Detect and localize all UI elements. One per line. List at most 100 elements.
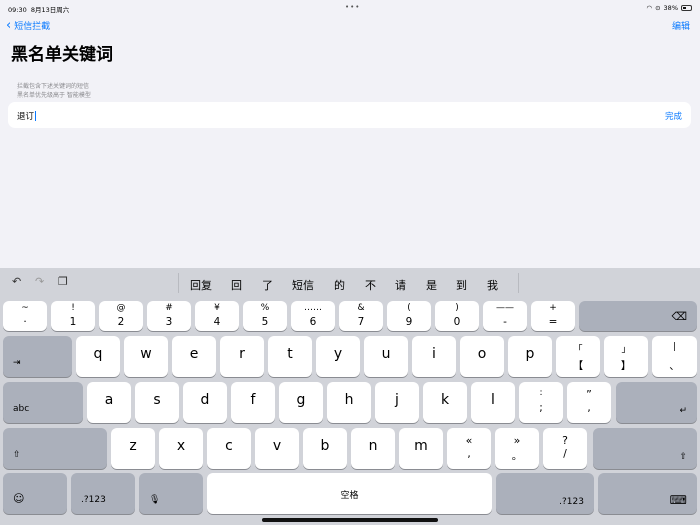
numbers-key-right[interactable]: .?123 bbox=[496, 473, 594, 514]
delete-icon: ⌫ bbox=[671, 310, 687, 323]
page-title: 黑名单关键词 bbox=[11, 45, 113, 65]
edit-button[interactable]: 编辑 bbox=[672, 19, 690, 32]
keyword-field[interactable]: 退订 完成 bbox=[8, 102, 691, 128]
status-right: ◠ ⊙ 38% bbox=[646, 4, 692, 12]
key-r[interactable]: r bbox=[220, 336, 264, 377]
key-guillemet-right[interactable]: »。 bbox=[495, 428, 539, 469]
description: 拦截包含下述关键词的短信 黑名单优先级高于 智能模型 bbox=[17, 82, 91, 100]
space-key[interactable]: 空格 bbox=[207, 473, 492, 514]
key-1-2[interactable]: ! 1 bbox=[51, 301, 95, 331]
key-bracket-right[interactable]: 」】 bbox=[604, 336, 648, 377]
key-bracket-left[interactable]: 「【 bbox=[556, 336, 600, 377]
key-1-8[interactable]: & 7 bbox=[339, 301, 383, 331]
shift-key-left[interactable]: ⇧ bbox=[3, 428, 107, 469]
back-label: 短信拦截 bbox=[14, 22, 51, 32]
text-caret bbox=[35, 111, 37, 121]
key-e[interactable]: e bbox=[172, 336, 216, 377]
key-1-12[interactable]: + = bbox=[531, 301, 575, 331]
key-n[interactable]: n bbox=[351, 428, 395, 469]
emoji-icon: ☺ bbox=[13, 492, 25, 505]
candidate-word[interactable]: 回 bbox=[231, 277, 242, 293]
key-1-3[interactable]: @2 bbox=[99, 301, 143, 331]
multitask-dots[interactable]: ••• bbox=[345, 3, 360, 11]
key-1-1[interactable]: ~ · bbox=[3, 301, 47, 331]
shift-icon: ⇧ bbox=[679, 452, 687, 462]
status-time-date: 09:30 8月13日周六 bbox=[8, 6, 70, 14]
candidate-word[interactable]: 短信 bbox=[292, 277, 314, 293]
key-o[interactable]: o bbox=[460, 336, 504, 377]
key-guillemet-left[interactable]: «, bbox=[447, 428, 491, 469]
candidate-word[interactable]: 到 bbox=[456, 277, 467, 293]
key-i[interactable]: i bbox=[412, 336, 456, 377]
key-a[interactable]: a bbox=[87, 382, 131, 423]
return-key[interactable]: ↵ bbox=[616, 382, 697, 423]
home-indicator[interactable] bbox=[262, 518, 438, 522]
candidate-word[interactable]: 请 bbox=[395, 277, 406, 293]
toolbar-divider bbox=[518, 273, 519, 293]
key-z[interactable]: z bbox=[111, 428, 155, 469]
key-1-11[interactable]: —— - bbox=[483, 301, 527, 331]
key-1-10[interactable]: ) 0 bbox=[435, 301, 479, 331]
key-w[interactable]: w bbox=[124, 336, 168, 377]
status-bar: 09:30 8月13日周六 ••• ◠ ⊙ 38% bbox=[0, 0, 700, 14]
key-s[interactable]: s bbox=[135, 382, 179, 423]
numbers-key-left[interactable]: .?123 bbox=[71, 473, 135, 514]
dictation-key[interactable]: 🎙 bbox=[139, 473, 203, 514]
key-1-6[interactable]: % 5 bbox=[243, 301, 287, 331]
done-button[interactable]: 完成 bbox=[665, 110, 682, 122]
delete-key[interactable]: ⌫ bbox=[579, 301, 697, 331]
key-1-4[interactable]: #3 bbox=[147, 301, 191, 331]
key-k[interactable]: k bbox=[423, 382, 467, 423]
candidate-word[interactable]: 我 bbox=[487, 277, 498, 293]
tab-key[interactable]: ⇥ bbox=[3, 336, 72, 377]
key-u[interactable]: u bbox=[364, 336, 408, 377]
key-x[interactable]: x bbox=[159, 428, 203, 469]
candidate-word[interactable]: 了 bbox=[262, 277, 273, 293]
key-f[interactable]: f bbox=[231, 382, 275, 423]
key-d[interactable]: d bbox=[183, 382, 227, 423]
key-v[interactable]: v bbox=[255, 428, 299, 469]
lock-rotation-icon: ⊙ bbox=[655, 4, 661, 12]
key-1-5[interactable]: ¥4 bbox=[195, 301, 239, 331]
shift-icon: ⇧ bbox=[13, 450, 21, 460]
paste-icon[interactable]: ❐ bbox=[58, 275, 68, 288]
toolbar-divider bbox=[178, 273, 179, 293]
description-line-1: 拦截包含下述关键词的短信 bbox=[17, 83, 90, 90]
description-line-2: 黑名单优先级高于 智能模型 bbox=[17, 92, 91, 99]
key-p[interactable]: p bbox=[508, 336, 552, 377]
wifi-icon: ◠ bbox=[646, 4, 653, 12]
back-button[interactable]: ‹ 短信拦截 bbox=[6, 19, 50, 32]
key-l[interactable]: l bbox=[471, 382, 515, 423]
keyboard: ↶ ↷ ❐ 回复 回 了 短信 的 不 请 是 到 我 ~ · ! 1 @2 #3 … bbox=[0, 268, 700, 525]
shift-key-right[interactable]: ⇧ bbox=[593, 428, 697, 469]
keyboard-icon: ⌨ bbox=[669, 493, 687, 507]
key-y[interactable]: y bbox=[316, 336, 360, 377]
keyboard-toolbar: ↶ ↷ ❐ 回复 回 了 短信 的 不 请 是 到 我 bbox=[0, 268, 700, 298]
redo-icon[interactable]: ↷ bbox=[35, 275, 44, 288]
key-question[interactable]: ? / bbox=[543, 428, 587, 469]
key-1-9[interactable]: (9 bbox=[387, 301, 431, 331]
abc-key[interactable]: abc bbox=[3, 382, 83, 423]
key-1-7[interactable]: …… 6 bbox=[291, 301, 335, 331]
battery-icon bbox=[681, 5, 692, 11]
key-colon[interactable]: :; bbox=[519, 382, 563, 423]
key-c[interactable]: c bbox=[207, 428, 251, 469]
key-g[interactable]: g bbox=[279, 382, 323, 423]
emoji-key[interactable]: ☺ bbox=[3, 473, 67, 514]
dismiss-keyboard-key[interactable]: ⌨ bbox=[598, 473, 697, 514]
key-pipe[interactable]: |、 bbox=[652, 336, 697, 377]
candidate-word[interactable]: 的 bbox=[334, 277, 345, 293]
key-b[interactable]: b bbox=[303, 428, 347, 469]
key-m[interactable]: m bbox=[399, 428, 443, 469]
candidate-word[interactable]: 不 bbox=[365, 277, 376, 293]
key-h[interactable]: h bbox=[327, 382, 371, 423]
key-quote[interactable]: ”, bbox=[567, 382, 611, 423]
microphone-icon: 🎙 bbox=[149, 495, 161, 505]
undo-icon[interactable]: ↶ bbox=[12, 275, 21, 288]
key-q[interactable]: q bbox=[76, 336, 120, 377]
keyword-input[interactable]: 退订 bbox=[17, 110, 37, 122]
key-j[interactable]: j bbox=[375, 382, 419, 423]
candidate-word[interactable]: 是 bbox=[426, 277, 437, 293]
candidate-word[interactable]: 回复 bbox=[190, 277, 212, 293]
key-t[interactable]: t bbox=[268, 336, 312, 377]
